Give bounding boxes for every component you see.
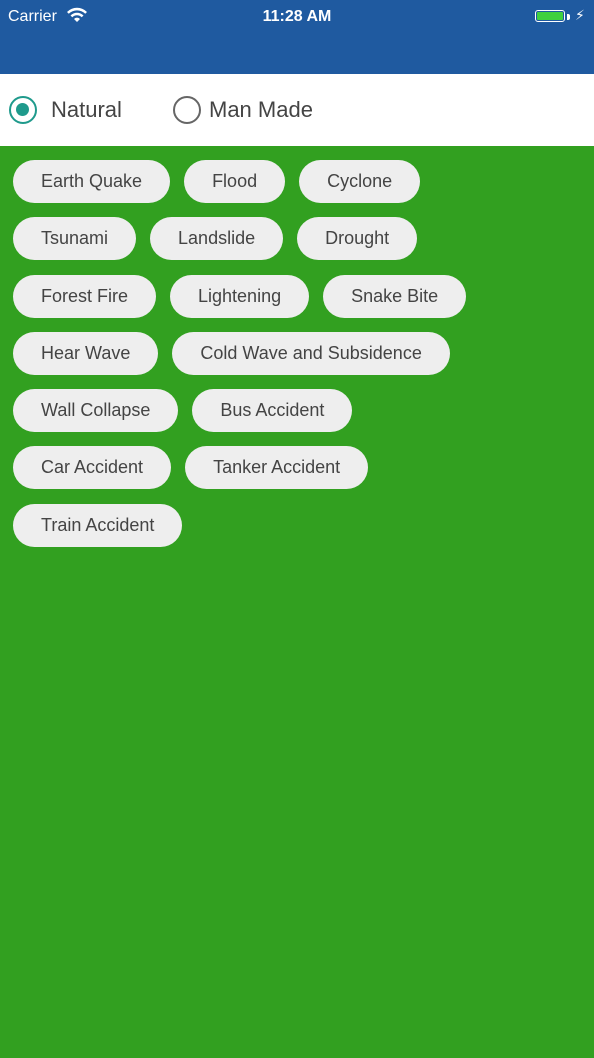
radio-man-made-label: Man Made bbox=[209, 97, 313, 122]
radio-unchecked-icon[interactable] bbox=[173, 96, 201, 124]
chip-row: Train Accident bbox=[13, 503, 583, 547]
chip-heat-wave[interactable]: Hear Wave bbox=[13, 331, 159, 375]
chip-row: Forest Fire Lightening Snake Bite bbox=[13, 274, 583, 318]
chip-row: Wall Collapse Bus Accident bbox=[13, 389, 583, 433]
chip-cyclone[interactable]: Cyclone bbox=[299, 160, 421, 203]
chip-wall-collapse[interactable]: Wall Collapse bbox=[13, 389, 179, 433]
chip-car-accident[interactable]: Car Accident bbox=[13, 446, 172, 490]
battery-icon bbox=[535, 10, 565, 22]
radio-man-made[interactable]: Man Made bbox=[173, 94, 313, 126]
chip-tsunami[interactable]: Tsunami bbox=[13, 217, 137, 261]
chip-snake-bite[interactable]: Snake Bite bbox=[323, 274, 467, 318]
chip-lightening[interactable]: Lightening bbox=[170, 274, 310, 318]
radio-natural[interactable]: Natural bbox=[9, 94, 122, 126]
status-bar: Carrier 11:28 AM ⚡ bbox=[0, 0, 594, 34]
chip-bus-accident[interactable]: Bus Accident bbox=[192, 389, 353, 433]
bolt-icon: ⚡ bbox=[575, 7, 585, 23]
chip-cold-wave[interactable]: Cold Wave and Subsidence bbox=[172, 331, 450, 375]
chip-earth-quake[interactable]: Earth Quake bbox=[13, 160, 171, 203]
chip-row: Earth Quake Flood Cyclone bbox=[13, 160, 583, 203]
chip-row: Tsunami Landslide Drought bbox=[13, 217, 583, 261]
radio-checked-icon[interactable] bbox=[9, 96, 37, 124]
chip-row: Car Accident Tanker Accident bbox=[13, 446, 583, 490]
chip-drought[interactable]: Drought bbox=[297, 217, 418, 261]
chip-train-accident[interactable]: Train Accident bbox=[13, 503, 183, 547]
category-radio-group: Natural Man Made bbox=[0, 74, 594, 146]
chip-landslide[interactable]: Landslide bbox=[150, 217, 284, 261]
disaster-chip-list: Earth Quake Flood Cyclone Tsunami Landsl… bbox=[13, 160, 583, 561]
clock: 11:28 AM bbox=[262, 8, 332, 25]
chip-row: Hear Wave Cold Wave and Subsidence bbox=[13, 331, 583, 375]
radio-natural-label: Natural bbox=[51, 97, 122, 122]
chip-tanker-accident[interactable]: Tanker Accident bbox=[185, 446, 369, 490]
battery-cap bbox=[567, 14, 570, 20]
chip-flood[interactable]: Flood bbox=[184, 160, 286, 203]
chip-forest-fire[interactable]: Forest Fire bbox=[13, 274, 157, 318]
